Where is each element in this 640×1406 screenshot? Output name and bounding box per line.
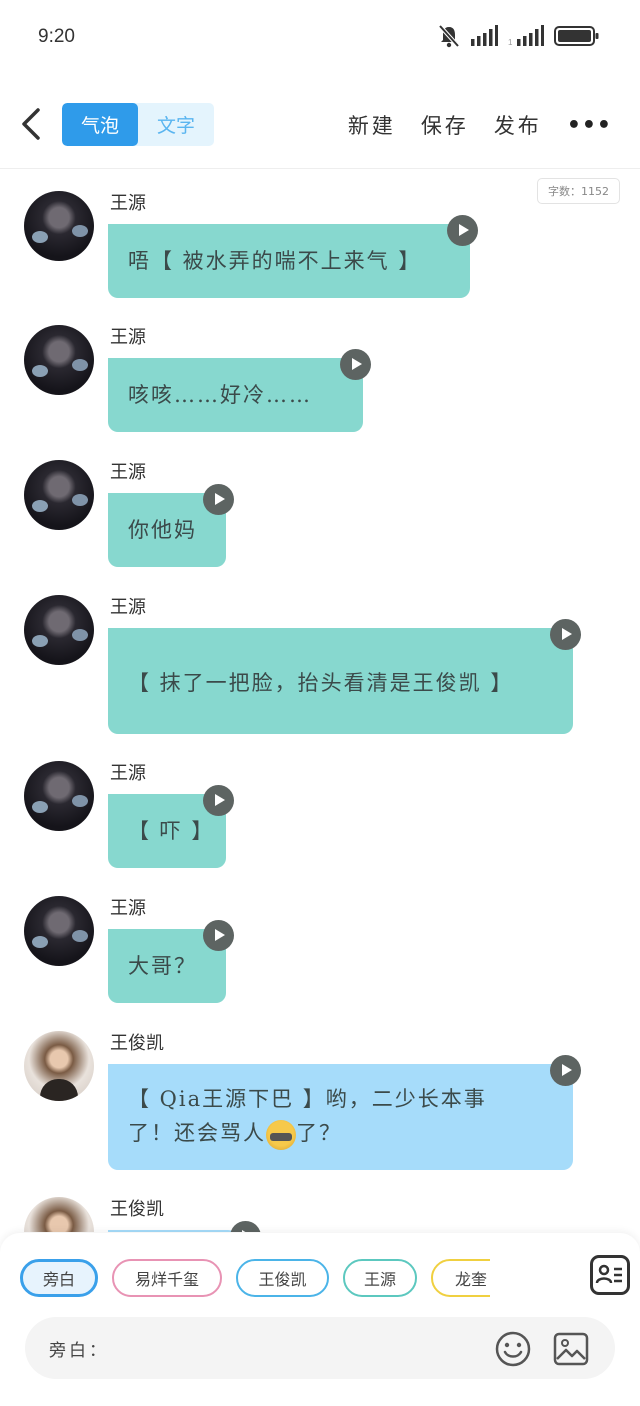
sender-name: 王源 [110,763,146,784]
angry-emoji-icon [266,1119,296,1150]
message-text: 大哥？ [128,954,197,978]
message-input[interactable] [121,1329,481,1367]
message-text: 【 吓 】 [128,819,215,843]
message-text: 唔【 被水弄的喘不上来气 】 [128,249,422,273]
message-text: 咳咳……好冷…… [128,383,312,407]
sender-name: 王源 [110,898,146,919]
play-icon[interactable] [203,920,234,951]
message-text-line: 【 Qia王源下巴 】哟，二少长本事 [128,1087,487,1111]
sender-name: 王俊凯 [110,1033,164,1054]
avatar[interactable] [24,896,94,966]
message-bubble[interactable]: 唔【 被水弄的喘不上来气 】 [108,224,470,298]
save-button[interactable]: 保存 [421,110,469,140]
role-chip-lk[interactable]: 龙奎 [431,1259,490,1297]
chat-list[interactable]: 字数：1152 王源 唔【 被水弄的喘不上来气 】 王源 咳咳……好冷…… 王源… [0,170,640,1232]
smile-icon [495,1331,531,1367]
sender-name: 王源 [110,327,146,348]
image-button[interactable] [553,1331,589,1367]
publish-button[interactable]: 发布 [494,110,542,140]
play-icon[interactable] [550,1055,581,1086]
avatar[interactable] [24,761,94,831]
role-chips[interactable]: 旁白 易烊千玺 王俊凯 王源 龙奎 [20,1259,490,1299]
play-icon[interactable] [447,215,478,246]
role-chip-narration[interactable]: 旁白 [20,1259,98,1297]
message-input-bar: 旁白： [25,1317,615,1379]
status-time: 9:20 [38,26,75,47]
tab-text[interactable]: 文字 [138,103,214,146]
signal-icon: 1 [508,25,544,47]
message-text: 【 抹了一把脸，抬头看清是王俊凯 】 [128,671,514,695]
role-chip-wjk[interactable]: 王俊凯 [236,1259,329,1297]
play-icon[interactable] [230,1221,261,1232]
sender-name: 王俊凯 [110,1199,164,1220]
avatar[interactable] [24,595,94,665]
back-icon [22,108,40,140]
message-bubble[interactable] [108,1230,238,1232]
back-button[interactable] [18,104,48,144]
composer-panel: 旁白 易烊千玺 王俊凯 王源 龙奎 旁白： [0,1233,640,1406]
header: 气泡 文字 新建 保存 发布 ••• [0,96,640,154]
message-text: 了？ [296,1121,342,1145]
avatar[interactable] [24,1031,94,1101]
avatar[interactable] [24,325,94,395]
message-bubble[interactable]: 【 Qia王源下巴 】哟，二少长本事 了！还会骂人 了？ [108,1064,573,1170]
new-button[interactable]: 新建 [348,110,396,140]
status-icons: 1 [438,24,600,48]
input-role-prefix: 旁白： [49,1341,109,1361]
svg-text:1: 1 [508,38,513,47]
signal-icon [471,25,498,46]
message-bubble[interactable]: 【 抹了一把脸，抬头看清是王俊凯 】 [108,628,573,734]
sender-name: 王源 [110,193,146,214]
play-icon[interactable] [340,349,371,380]
message-text-line: 了！还会骂人 了？ [128,1116,553,1150]
more-button[interactable]: ••• [567,113,612,138]
word-count-badge: 字数：1152 [537,178,620,204]
role-card-button[interactable] [590,1255,630,1295]
battery-icon [554,26,599,46]
message-bubble[interactable]: 咳咳……好冷…… [108,358,363,432]
play-icon[interactable] [550,619,581,650]
header-divider [0,168,640,169]
emoji-button[interactable] [495,1331,531,1367]
tab-bubble[interactable]: 气泡 [62,103,138,146]
role-chip-yyqx[interactable]: 易烊千玺 [112,1259,222,1297]
avatar[interactable] [24,191,94,261]
bell-off-icon [438,24,460,48]
mode-toggle: 气泡 文字 [62,103,214,146]
play-icon[interactable] [203,785,234,816]
sender-name: 王源 [110,462,146,483]
status-bar: 9:20 1 [0,0,640,78]
role-chip-wy[interactable]: 王源 [343,1259,417,1297]
image-icon [553,1332,589,1366]
header-actions: 新建 保存 发布 ••• [348,96,640,154]
message-text: 了！还会骂人 [128,1121,266,1145]
role-card-icon [595,1264,622,1284]
message-text: 你他妈 [128,518,197,542]
sender-name: 王源 [110,597,146,618]
avatar[interactable] [24,460,94,530]
play-icon[interactable] [203,484,234,515]
avatar[interactable] [24,1197,94,1232]
